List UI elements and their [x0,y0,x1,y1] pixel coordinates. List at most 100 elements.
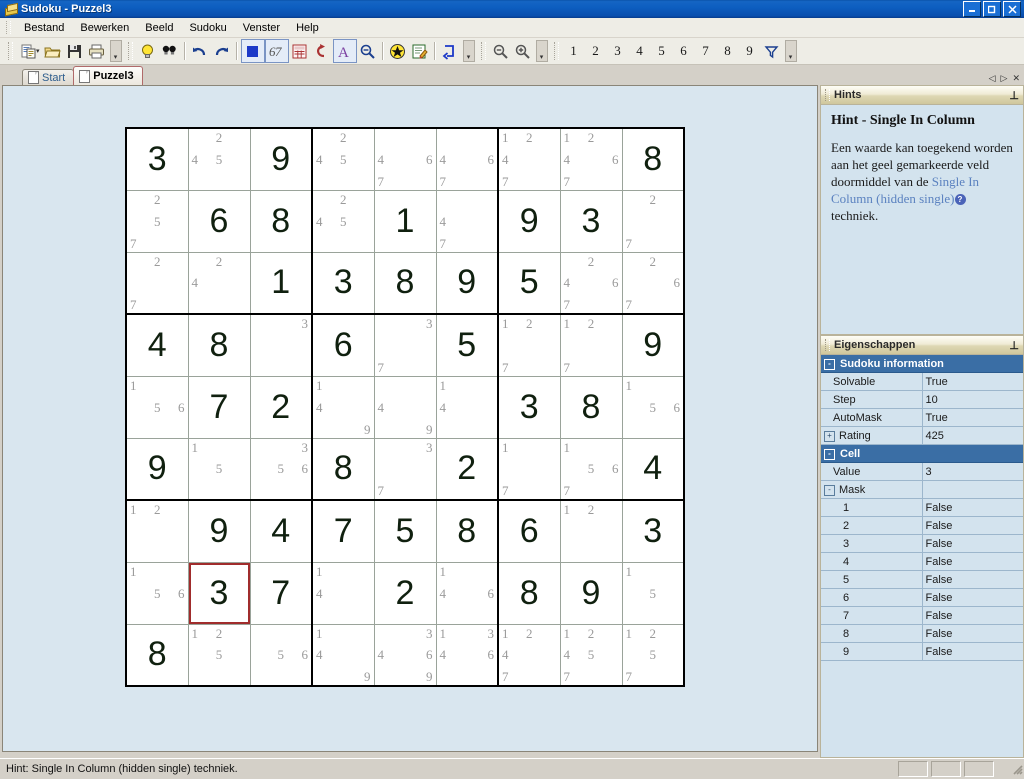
step-icon[interactable] [439,40,461,62]
sudoku-cell-r6c2[interactable]: 15 [188,438,250,500]
hint-all-icon[interactable] [159,40,181,62]
mask-row-9[interactable]: 9False [821,643,1023,661]
sudoku-cell-r6c6[interactable]: 2 [436,438,498,500]
sudoku-cell-r4c9[interactable]: 9 [622,314,684,376]
reset-icon[interactable] [311,40,333,62]
tab-start[interactable]: Start [22,69,74,85]
sudoku-cell-r4c6[interactable]: 5 [436,314,498,376]
hints-grip[interactable] [825,89,830,101]
mask-row-8[interactable]: 8False [821,625,1023,643]
sudoku-cell-r9c1[interactable]: 8 [126,624,188,686]
open-icon[interactable] [42,40,64,62]
number-button-2[interactable]: 2 [585,41,607,61]
print-icon[interactable] [86,40,108,62]
redo-icon[interactable] [211,40,233,62]
sudoku-cell-r3c2[interactable]: 24 [188,252,250,314]
sudoku-cell-r2c5[interactable]: 1 [374,190,436,252]
sudoku-cell-r1c2[interactable]: 245 [188,128,250,190]
sudoku-cell-r5c8[interactable]: 8 [560,376,622,438]
tab-prev-icon[interactable]: ◁ [989,74,996,83]
pencil-icon[interactable]: 6 7 [265,39,289,63]
sudoku-cell-r9c7[interactable]: 1247 [498,624,560,686]
property-group-cell[interactable]: -Cell [821,445,1023,463]
property-value[interactable]: 425 [922,427,1023,445]
sudoku-cell-r1c6[interactable]: 467 [436,128,498,190]
sudoku-cell-r9c5[interactable]: 3469 [374,624,436,686]
menu-bestand[interactable]: Bestand [16,20,72,36]
sudoku-cell-r6c3[interactable]: 356 [250,438,312,500]
sudoku-cell-r8c4[interactable]: 14 [312,562,374,624]
properties-content[interactable]: -Sudoku informationSolvableTrueStep10Aut… [820,354,1024,758]
group-expander-icon[interactable]: - [824,449,835,460]
sudoku-cell-r8c9[interactable]: 15 [622,562,684,624]
number-button-4[interactable]: 4 [629,41,651,61]
save-icon[interactable] [64,40,86,62]
toolbar-grip-2[interactable] [128,42,133,60]
toolbar-grip-1[interactable] [8,42,13,60]
property-value[interactable]: False [922,499,1023,517]
sudoku-cell-r1c1[interactable]: 3 [126,128,188,190]
tab-close-icon[interactable]: ✕ [1012,74,1020,83]
sudoku-cell-r7c5[interactable]: 5 [374,500,436,562]
row-expander-icon[interactable]: - [824,485,835,496]
sudoku-cell-r9c3[interactable]: 56 [250,624,312,686]
toolbar-overflow-2[interactable]: ▾ [463,40,475,62]
mask-row-2[interactable]: 2False [821,517,1023,535]
sudoku-cell-r9c9[interactable]: 1257 [622,624,684,686]
auto-icon[interactable]: A [333,39,357,63]
sudoku-cell-r3c7[interactable]: 5 [498,252,560,314]
property-value[interactable]: False [922,589,1023,607]
sudoku-cell-r1c4[interactable]: 245 [312,128,374,190]
sudoku-cell-r7c9[interactable]: 3 [622,500,684,562]
resize-grip[interactable] [1010,762,1024,776]
filter-icon[interactable] [761,40,783,62]
pin-icon[interactable]: ⊥ [1009,339,1019,352]
menu-grip[interactable] [6,21,11,34]
sudoku-cell-r8c1[interactable]: 156 [126,562,188,624]
sudoku-cell-r6c8[interactable]: 1567 [560,438,622,500]
sudoku-cell-r9c4[interactable]: 149 [312,624,374,686]
menu-bewerken[interactable]: Bewerken [72,20,137,36]
pin-icon[interactable]: ⊥ [1009,89,1019,102]
number-button-1[interactable]: 1 [563,41,585,61]
toolbar-overflow-4[interactable]: ▾ [785,40,797,62]
sudoku-cell-r7c3[interactable]: 4 [250,500,312,562]
sudoku-cell-r3c5[interactable]: 8 [374,252,436,314]
sudoku-grid[interactable]: 3245924546746712471246782576824514793272… [125,127,685,687]
sudoku-cell-r6c7[interactable]: 17 [498,438,560,500]
sudoku-cell-r7c8[interactable]: 12 [560,500,622,562]
number-button-8[interactable]: 8 [717,41,739,61]
sudoku-cell-r4c8[interactable]: 127 [560,314,622,376]
mask-row-5[interactable]: 5False [821,571,1023,589]
sudoku-cell-r3c6[interactable]: 9 [436,252,498,314]
sudoku-cell-r8c6[interactable]: 146 [436,562,498,624]
property-row-step[interactable]: Step10 [821,391,1023,409]
help-icon[interactable]: ? [955,194,966,205]
property-value[interactable]: False [922,535,1023,553]
property-value[interactable]: False [922,607,1023,625]
property-row-rating[interactable]: +Rating425 [821,427,1023,445]
sudoku-cell-r4c7[interactable]: 127 [498,314,560,376]
mask-row-7[interactable]: 7False [821,607,1023,625]
hint-icon[interactable] [137,40,159,62]
property-value[interactable]: 10 [922,391,1023,409]
sudoku-cell-r9c2[interactable]: 125 [188,624,250,686]
sudoku-cell-r1c5[interactable]: 467 [374,128,436,190]
toolbar-overflow-1[interactable]: ▾ [110,40,122,62]
number-button-5[interactable]: 5 [651,41,673,61]
sudoku-cell-r4c3[interactable]: 3 [250,314,312,376]
property-value[interactable]: False [922,571,1023,589]
sudoku-cell-r1c7[interactable]: 1247 [498,128,560,190]
sudoku-cell-r4c5[interactable]: 37 [374,314,436,376]
sudoku-cell-r7c4[interactable]: 7 [312,500,374,562]
sudoku-cell-r2c1[interactable]: 257 [126,190,188,252]
sudoku-cell-r5c2[interactable]: 7 [188,376,250,438]
sudoku-cell-r5c9[interactable]: 156 [622,376,684,438]
property-row-mask[interactable]: -Mask [821,481,1023,499]
property-row-value[interactable]: Value3 [821,463,1023,481]
sudoku-cell-r1c3[interactable]: 9 [250,128,312,190]
sudoku-cell-r4c2[interactable]: 8 [188,314,250,376]
sudoku-cell-r3c4[interactable]: 3 [312,252,374,314]
property-value[interactable]: False [922,643,1023,661]
star-icon[interactable] [387,40,409,62]
